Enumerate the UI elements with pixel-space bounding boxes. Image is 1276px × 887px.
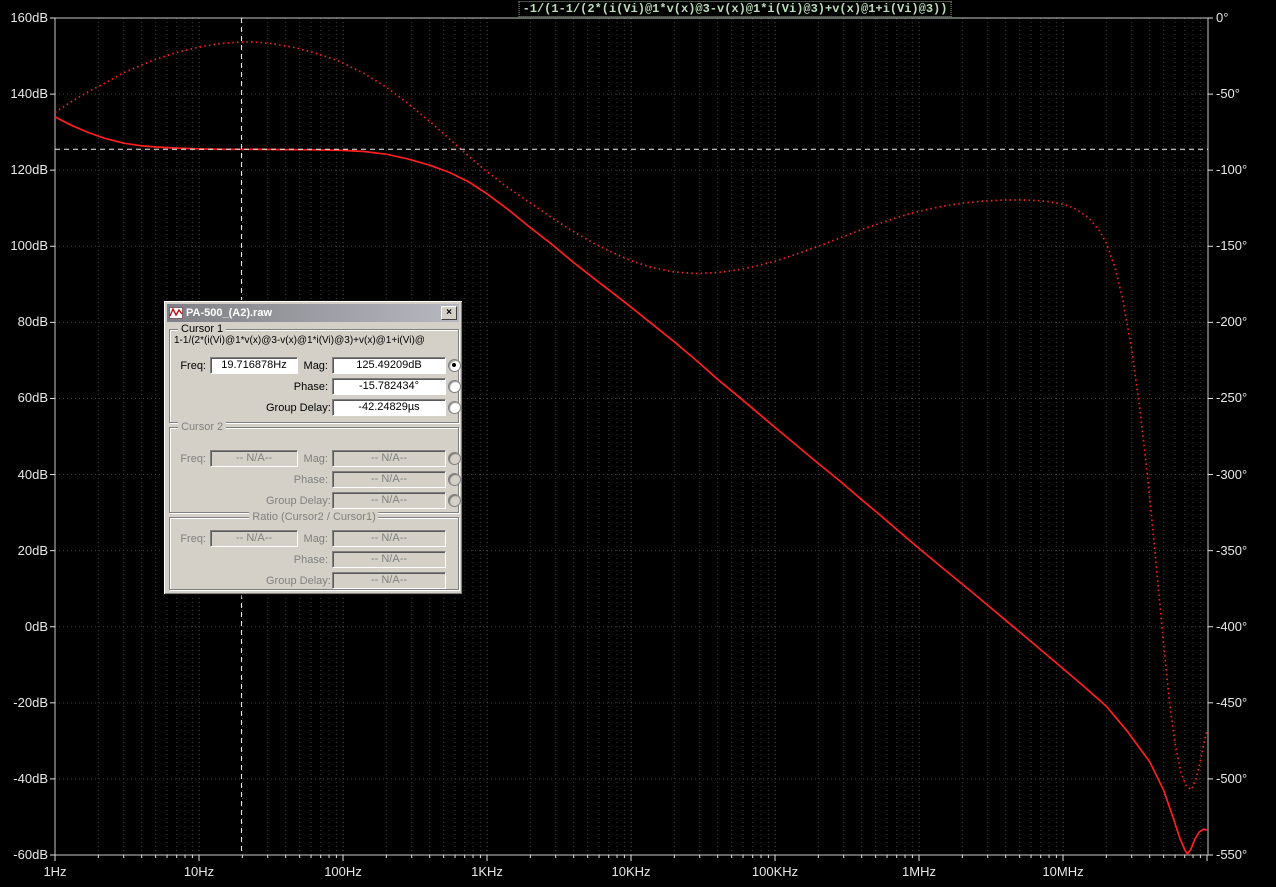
cursor2-group-delay-radio [448,494,461,507]
y-left-tick-label: 120dB [10,162,48,178]
x-axis-tick-label: 100Hz [324,864,362,879]
cursor2-group-delay-field: -- N/A-- [332,492,446,509]
ratio-group-label: Ratio (Cursor2 / Cursor1) [249,511,379,523]
y-right-tick-label: -200° [1216,314,1248,330]
y-right-tick-label: 0° [1216,10,1229,25]
y-right-tick-label: -500° [1216,770,1248,786]
cursor1-mag-radio[interactable] [448,359,461,372]
cursor2-group-delay-label: Group Delay: [266,495,331,507]
y-right-tick-label: -350° [1216,542,1248,558]
y-right-tick-label: -250° [1216,390,1248,406]
cursor2-group: Cursor 2 Freq: -- N/A-- Mag: -- N/A-- Ph… [169,421,461,513]
y-right-tick-label: -450° [1216,694,1248,710]
y-left-tick-label: 80dB [17,314,48,330]
cursor1-mag-field[interactable]: 125.49209dB [332,357,446,374]
cursor1-freq-label: Freq: [180,360,206,372]
y-left-tick-label: 0dB [24,618,48,634]
y-left-tick-label: 100dB [10,238,48,254]
close-icon[interactable]: × [441,306,457,320]
cursor1-expression: 1-1/(2*(i(Vi)@1*v(x)@3-v(x)@1*i(Vi)@3)+v… [174,335,425,346]
ratio-phase-label: Phase: [293,554,328,566]
ratio-group: Ratio (Cursor2 / Cursor1) Freq: -- N/A--… [169,511,459,590]
ratio-freq-label: Freq: [180,533,206,545]
cursor1-group-delay-field[interactable]: -42.24829µs [332,399,446,416]
y-left-tick-label: 160dB [10,10,48,25]
trace-expression-title[interactable]: -1/(1-1/(2*(i(Vi)@1*v(x)@3-v(x)@1*i(Vi)@… [518,1,952,17]
cursor2-phase-field: -- N/A-- [332,471,446,488]
y-left-tick-label: 140dB [10,86,48,102]
cursor2-mag-field: -- N/A-- [332,450,446,467]
cursor1-group-delay-radio[interactable] [448,401,461,414]
ratio-group-delay-field: -- N/A-- [332,572,446,589]
cursor1-mag-label: Mag: [303,360,328,372]
y-left-tick-label: 60dB [17,390,48,406]
cursor1-phase-label: Phase: [293,381,328,393]
x-axis-tick-label: 100KHz [751,864,799,879]
app-icon [169,307,183,319]
y-left-tick-label: 40dB [17,466,48,482]
cursor1-group: Cursor 1 1-1/(2*(i(Vi)@1*v(x)@3-v(x)@1*i… [169,323,461,423]
dialog-titlebar[interactable]: PA-500_(A2).raw × [167,304,459,322]
cursor2-freq-label: Freq: [180,453,206,465]
x-axis-tick-label: 10KHz [611,864,651,879]
dialog-title: PA-500_(A2).raw [186,307,272,319]
cursor1-group-label: Cursor 1 [178,323,227,335]
y-right-tick-label: -150° [1216,238,1248,254]
y-left-tick-label: 20dB [17,542,48,558]
cursor2-phase-label: Phase: [293,474,328,486]
cursor1-group-delay-label: Group Delay: [266,402,331,414]
y-left-tick-label: -60dB [13,847,48,862]
y-right-tick-label: -300° [1216,466,1248,482]
y-right-tick-label: -50° [1216,86,1240,102]
ratio-mag-field: -- N/A-- [332,530,446,547]
x-axis-tick-label: 10Hz [183,864,215,879]
y-left-tick-label: -40dB [13,770,48,786]
cursor2-group-label: Cursor 2 [178,421,227,433]
cursor2-mag-label: Mag: [303,453,328,465]
cursor-dialog[interactable]: PA-500_(A2).raw × Cursor 1 1-1/(2*(i(Vi)… [163,300,463,595]
x-axis-tick-label: 1KHz [471,864,503,879]
cursor1-phase-field[interactable]: -15.782434° [332,378,446,395]
ratio-mag-label: Mag: [303,533,328,545]
x-axis-tick-label: 1MHz [902,864,936,879]
y-right-tick-label: -400° [1216,618,1248,634]
x-axis-tick-label: 10MHz [1042,864,1084,879]
cursor1-phase-radio[interactable] [448,380,461,393]
ratio-phase-field: -- N/A-- [332,551,446,568]
y-right-tick-label: -550° [1216,847,1248,862]
y-left-tick-label: -20dB [13,694,48,710]
y-right-tick-label: -100° [1216,162,1248,178]
cursor2-mag-radio [448,452,461,465]
ratio-group-delay-label: Group Delay: [266,575,331,587]
cursor2-phase-radio [448,473,461,486]
ltspice-waveform-window: 160dB 140dB 120dB 100dB 80dB 60dB 40dB 20dB 0dB -… [0,0,1276,887]
x-axis-tick-label: 1Hz [43,864,67,879]
